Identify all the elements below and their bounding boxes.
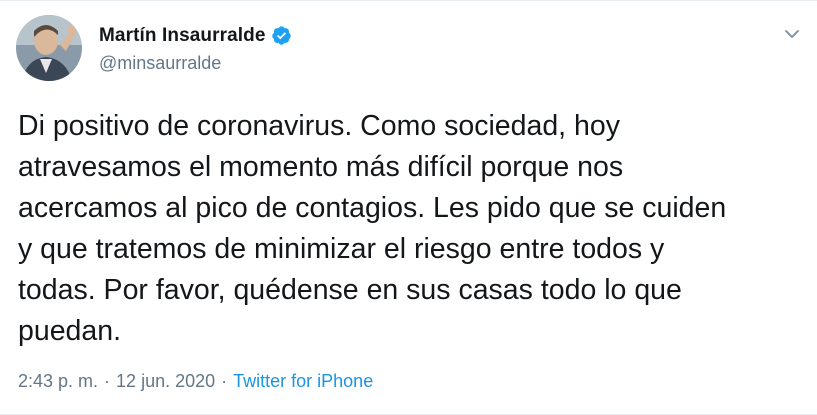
- avatar[interactable]: [16, 15, 82, 81]
- meta-separator: ·: [221, 371, 228, 391]
- tweet-header: Martín Insaurralde @minsaurralde: [16, 15, 292, 81]
- author-handle[interactable]: @minsaurralde: [99, 53, 292, 74]
- tweet-date[interactable]: 12 jun. 2020: [116, 371, 215, 392]
- chevron-down-icon[interactable]: [781, 23, 803, 45]
- tweet-meta: 2:43 p. m. · 12 jun. 2020 · Twitter for …: [18, 371, 373, 392]
- tweet-text: Di positivo de coronavirus. Como socieda…: [18, 110, 727, 347]
- display-name[interactable]: Martín Insaurralde: [99, 25, 266, 47]
- author-names: Martín Insaurralde @minsaurralde: [99, 25, 292, 74]
- name-row: Martín Insaurralde: [99, 25, 292, 47]
- tweet-card: Martín Insaurralde @minsaurralde Di posi…: [0, 0, 817, 415]
- tweet-time[interactable]: 2:43 p. m.: [18, 371, 98, 392]
- verified-badge-icon: [271, 25, 292, 46]
- tweet-source-link[interactable]: Twitter for iPhone: [233, 371, 373, 392]
- meta-separator: ·: [104, 371, 111, 391]
